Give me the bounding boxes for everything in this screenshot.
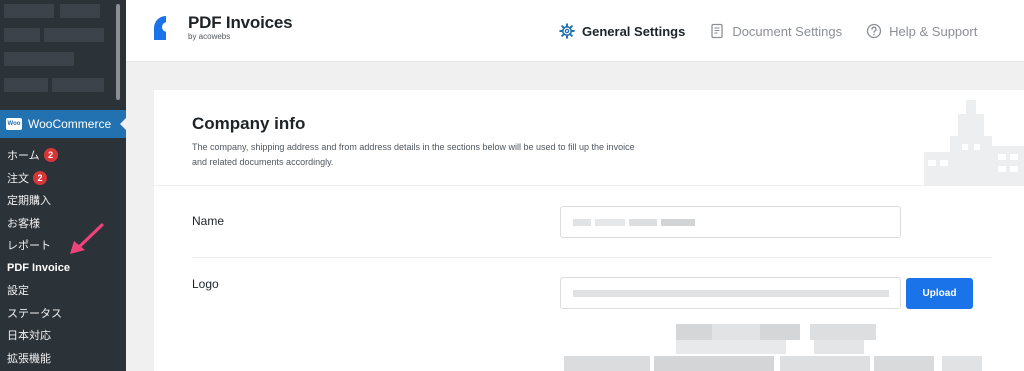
company-name-input[interactable] bbox=[560, 206, 901, 238]
submenu-item-customers[interactable]: お客様 bbox=[0, 212, 126, 235]
admin-sidebar: Woo WooCommerce ホーム 2 注文 2 定期購入 お客様 レポート… bbox=[0, 0, 126, 371]
tab-help-support[interactable]: Help & Support bbox=[866, 23, 977, 39]
row-divider bbox=[192, 257, 992, 258]
sidebar-item-woocommerce[interactable]: Woo WooCommerce bbox=[0, 110, 126, 138]
submenu-item-reports[interactable]: レポート bbox=[0, 234, 126, 257]
sidebar-item-label: WooCommerce bbox=[28, 117, 112, 131]
logo-url-input[interactable] bbox=[560, 277, 901, 309]
logo-label: Logo bbox=[192, 277, 219, 291]
submenu-item-home[interactable]: ホーム 2 bbox=[0, 144, 126, 167]
name-label: Name bbox=[192, 214, 225, 228]
settings-nav: General Settings Document Settings Help … bbox=[559, 0, 1001, 62]
woocommerce-submenu: ホーム 2 注文 2 定期購入 お客様 レポート PDF Invoice 設定 … bbox=[0, 138, 126, 371]
submenu-item-pdf-invoice[interactable]: PDF Invoice bbox=[0, 257, 126, 280]
tab-general-settings[interactable]: General Settings bbox=[559, 23, 685, 39]
submenu-item-extensions[interactable]: 拡張機能 bbox=[0, 347, 126, 370]
tab-label: Help & Support bbox=[889, 23, 978, 39]
company-info-card: Company info The company, shipping addre… bbox=[154, 90, 1024, 371]
tab-label: Document Settings bbox=[732, 23, 843, 39]
brand-byline: by acowebs bbox=[188, 32, 231, 41]
sidebar-scrollbar[interactable] bbox=[116, 4, 120, 100]
section-title: Company info bbox=[192, 114, 306, 133]
submenu-item-orders[interactable]: 注文 2 bbox=[0, 167, 126, 190]
submenu-item-settings[interactable]: 設定 bbox=[0, 279, 126, 302]
brand-name: PDF Invoices bbox=[188, 13, 293, 32]
gear-icon bbox=[559, 23, 575, 39]
building-illustration-icon bbox=[924, 100, 1024, 186]
submenu-item-subscriptions[interactable]: 定期購入 bbox=[0, 189, 126, 212]
document-icon bbox=[711, 23, 723, 39]
current-menu-arrow bbox=[120, 118, 126, 130]
blurred-menu-area bbox=[0, 0, 126, 110]
plugin-header: PDF Invoices by acowebs General Settings bbox=[126, 0, 1024, 62]
submenu-item-label: 注文 bbox=[7, 172, 29, 185]
notification-badge: 2 bbox=[33, 170, 47, 185]
question-circle-icon bbox=[867, 23, 882, 39]
tab-label: General Settings bbox=[582, 23, 686, 39]
submenu-item-label: ホーム bbox=[7, 150, 40, 163]
brand-logo[interactable]: PDF Invoices by acowebs bbox=[152, 13, 293, 42]
tab-document-settings[interactable]: Document Settings bbox=[709, 23, 842, 39]
notification-badge: 2 bbox=[43, 148, 58, 163]
section-description: The company, shipping address and from a… bbox=[192, 142, 635, 167]
annotation-arrow-icon bbox=[70, 223, 104, 254]
submenu-item-status[interactable]: ステータス bbox=[0, 302, 126, 325]
woocommerce-logo-icon: Woo bbox=[6, 118, 22, 130]
submenu-item-japan[interactable]: 日本対応 bbox=[0, 324, 126, 347]
upload-button[interactable]: Upload bbox=[906, 278, 973, 309]
card-header: Company info The company, shipping addre… bbox=[154, 90, 1024, 186]
pdf-invoices-logo-icon bbox=[154, 16, 178, 40]
